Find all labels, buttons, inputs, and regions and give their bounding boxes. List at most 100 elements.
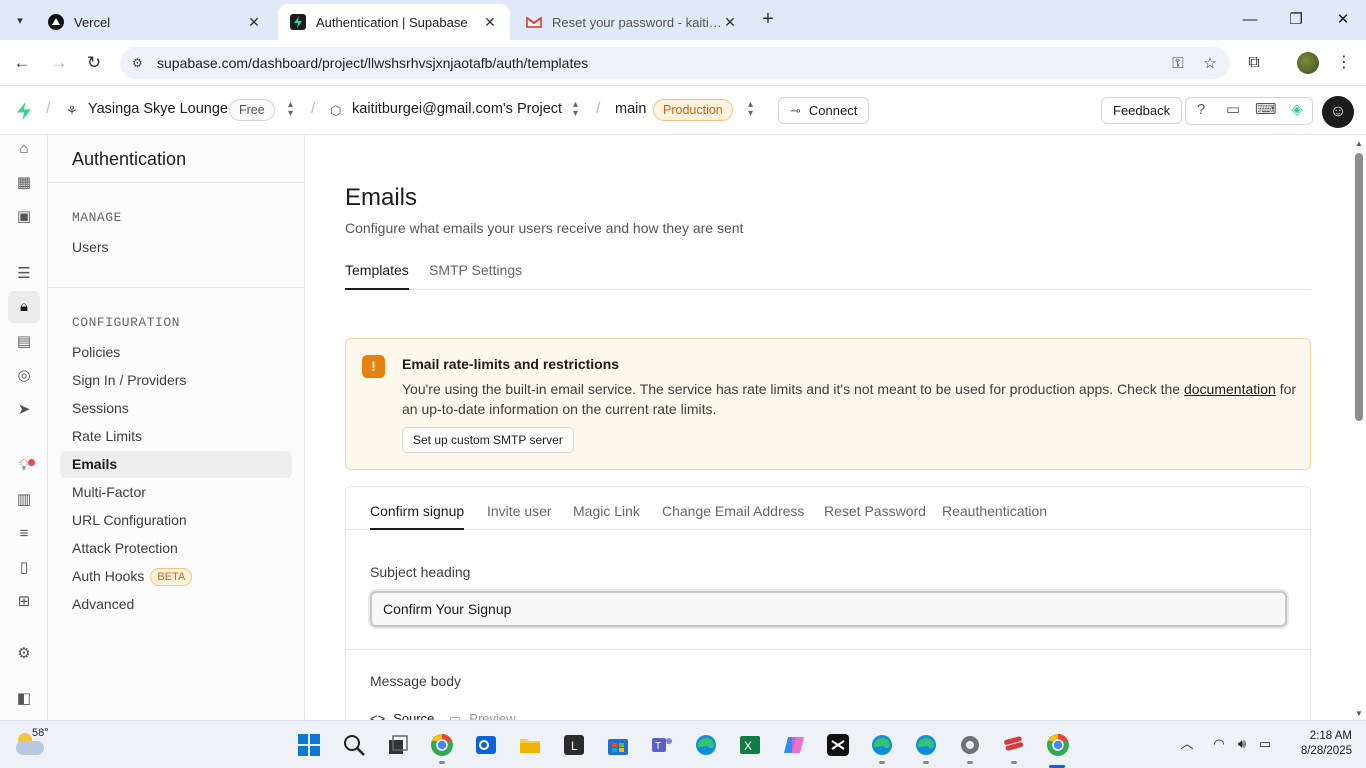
minimize-icon[interactable]: — bbox=[1238, 8, 1262, 32]
sidebar-item-sessions[interactable]: Sessions bbox=[60, 395, 292, 422]
system-clock[interactable]: 2:18 AM 8/28/2025 bbox=[1282, 729, 1352, 759]
tab-reauthentication[interactable]: Reauthentication bbox=[942, 503, 1047, 530]
capcut-icon[interactable] bbox=[826, 733, 850, 757]
documentation-link[interactable]: documentation bbox=[1184, 381, 1276, 397]
wifi-icon[interactable]: ◠ bbox=[1210, 735, 1228, 753]
assistant-icon[interactable]: ◈ bbox=[1287, 100, 1307, 120]
tab-search-icon[interactable]: ▾ bbox=[8, 8, 32, 32]
edge-profile-1-icon[interactable] bbox=[870, 733, 894, 757]
app-l-icon[interactable]: L bbox=[562, 733, 586, 757]
branch-name[interactable]: main bbox=[615, 101, 646, 117]
address-bar[interactable]: ⚙ supabase.com/dashboard/project/llwshsr… bbox=[120, 47, 1230, 79]
site-info-icon[interactable]: ⚙ bbox=[132, 56, 148, 70]
browser-tab-gmail[interactable]: Reset your password - kaititbur ✕ bbox=[514, 4, 750, 40]
inbox-icon[interactable]: ▭ bbox=[1223, 100, 1243, 120]
profile-avatar[interactable] bbox=[1297, 52, 1319, 74]
sidebar-item-auth-hooks[interactable]: Auth Hooks BETA bbox=[60, 563, 292, 590]
chrome-icon[interactable] bbox=[1046, 733, 1070, 757]
help-icon[interactable]: ? bbox=[1191, 100, 1211, 120]
edge-profile-2-icon[interactable] bbox=[914, 733, 938, 757]
supabase-logo-icon[interactable] bbox=[14, 101, 34, 121]
microsoft-store-icon[interactable] bbox=[606, 733, 630, 757]
extensions-icon[interactable]: ⧉ bbox=[1242, 51, 1266, 75]
project-name[interactable]: kaititburgei@gmail.com's Project bbox=[352, 101, 562, 117]
close-tab-icon[interactable]: ✕ bbox=[246, 14, 262, 31]
tab-change-email-address[interactable]: Change Email Address bbox=[662, 503, 804, 530]
table-editor-icon[interactable]: ▦ bbox=[12, 171, 36, 195]
sidebar-item-url-configuration[interactable]: URL Configuration bbox=[60, 507, 292, 534]
excel-icon[interactable]: X bbox=[738, 733, 762, 757]
weather-widget[interactable]: 58° bbox=[14, 727, 54, 761]
show-hidden-icons-icon[interactable]: ︿ bbox=[1178, 735, 1196, 753]
org-name[interactable]: Yasinga Skye Lounge bbox=[88, 101, 228, 117]
subject-heading-input[interactable] bbox=[370, 591, 1287, 627]
sidebar-item-rate-limits[interactable]: Rate Limits bbox=[60, 423, 292, 450]
edge-functions-icon[interactable]: ➤ bbox=[12, 398, 36, 422]
logs-icon[interactable]: ≡ bbox=[12, 522, 36, 546]
advisors-icon[interactable]: 💡︎ bbox=[12, 454, 36, 478]
collapse-sidebar-icon[interactable]: ◧ bbox=[12, 687, 36, 711]
bookmark-star-icon[interactable]: ☆ bbox=[1198, 54, 1222, 72]
tab-smtp-settings[interactable]: SMTP Settings bbox=[429, 262, 522, 290]
tab-reset-password[interactable]: Reset Password bbox=[824, 503, 926, 530]
expressvpn-icon[interactable] bbox=[1002, 733, 1026, 757]
volume-icon[interactable]: 🔊︎ bbox=[1233, 735, 1251, 753]
browser-menu-icon[interactable]: ⋮ bbox=[1332, 51, 1356, 75]
sidebar-item-attack-protection[interactable]: Attack Protection bbox=[60, 535, 292, 562]
forward-icon[interactable]: → bbox=[47, 51, 71, 75]
source-tab[interactable]: <> Source bbox=[370, 711, 434, 720]
storage-icon[interactable]: ▤ bbox=[12, 330, 36, 354]
page-scrollbar[interactable]: ▲ ▼ bbox=[1352, 135, 1366, 720]
tab-confirm-signup[interactable]: Confirm signup bbox=[370, 503, 465, 530]
sidebar-item-emails[interactable]: Emails bbox=[60, 451, 292, 478]
sidebar-item-sign-in-providers[interactable]: Sign In / Providers bbox=[60, 367, 292, 394]
close-tab-icon[interactable]: ✕ bbox=[722, 14, 738, 31]
sql-editor-icon[interactable]: ▣ bbox=[12, 205, 36, 229]
password-key-icon[interactable]: ⚿ bbox=[1166, 55, 1190, 72]
close-window-icon[interactable]: ✕ bbox=[1331, 8, 1355, 32]
branch-switcher-chevrons-icon[interactable]: ▴ ▾ bbox=[748, 100, 753, 119]
sidebar-item-multi-factor[interactable]: Multi-Factor bbox=[60, 479, 292, 506]
user-avatar[interactable]: ☺ bbox=[1322, 96, 1354, 128]
sidebar-item-advanced[interactable]: Advanced bbox=[60, 591, 292, 618]
tab-invite-user[interactable]: Invite user bbox=[487, 503, 552, 530]
sidebar-item-policies[interactable]: Policies bbox=[60, 339, 292, 366]
settings-app-icon[interactable] bbox=[958, 733, 982, 757]
connect-button[interactable]: ⊸ Connect bbox=[778, 97, 870, 124]
org-switcher-chevrons-icon[interactable]: ▴ ▾ bbox=[288, 100, 293, 119]
new-tab-icon[interactable]: + bbox=[758, 8, 778, 32]
home-icon[interactable]: ⌂ bbox=[12, 137, 36, 161]
browser-tab-supabase[interactable]: Authentication | Supabase ✕ bbox=[278, 4, 510, 40]
restore-icon[interactable]: ❐ bbox=[1284, 8, 1308, 32]
feedback-button[interactable]: Feedback bbox=[1101, 97, 1183, 124]
scroll-down-icon[interactable]: ▼ bbox=[1355, 709, 1363, 718]
database-icon[interactable]: ☰ bbox=[12, 262, 36, 286]
integrations-icon[interactable]: ⊞ bbox=[12, 590, 36, 614]
tab-templates[interactable]: Templates bbox=[345, 262, 409, 290]
windows-start-icon[interactable] bbox=[297, 733, 321, 757]
terminal-icon[interactable]: ⌨ bbox=[1255, 100, 1277, 120]
copilot-icon[interactable] bbox=[782, 733, 806, 757]
chrome-canary-icon[interactable] bbox=[430, 733, 454, 757]
edge-icon[interactable] bbox=[694, 733, 718, 757]
scroll-up-icon[interactable]: ▲ bbox=[1355, 139, 1363, 148]
search-icon[interactable] bbox=[342, 733, 366, 757]
sidebar-item-users[interactable]: Users bbox=[60, 234, 292, 261]
task-view-icon[interactable] bbox=[386, 733, 410, 757]
setup-smtp-button[interactable]: Set up custom SMTP server bbox=[402, 427, 574, 453]
battery-icon[interactable]: ▭ bbox=[1256, 735, 1274, 753]
close-tab-icon[interactable]: ✕ bbox=[482, 14, 498, 31]
file-explorer-icon[interactable] bbox=[518, 733, 542, 757]
outlook-icon[interactable] bbox=[474, 733, 498, 757]
authentication-icon[interactable]: 🔒︎ bbox=[8, 291, 40, 323]
preview-tab[interactable]: ▭ Preview bbox=[449, 711, 516, 720]
teams-icon[interactable]: T bbox=[650, 733, 674, 757]
browser-tab-vercel[interactable]: Vercel ✕ bbox=[36, 4, 274, 40]
api-docs-icon[interactable]: ▯ bbox=[12, 556, 36, 580]
project-switcher-chevrons-icon[interactable]: ▴ ▾ bbox=[573, 100, 578, 119]
scroll-thumb[interactable] bbox=[1355, 153, 1363, 421]
reload-icon[interactable]: ↻ bbox=[82, 51, 106, 75]
reports-icon[interactable]: ▥ bbox=[12, 488, 36, 512]
settings-icon[interactable]: ⚙ bbox=[12, 642, 36, 666]
realtime-icon[interactable]: ◎ bbox=[12, 364, 36, 388]
